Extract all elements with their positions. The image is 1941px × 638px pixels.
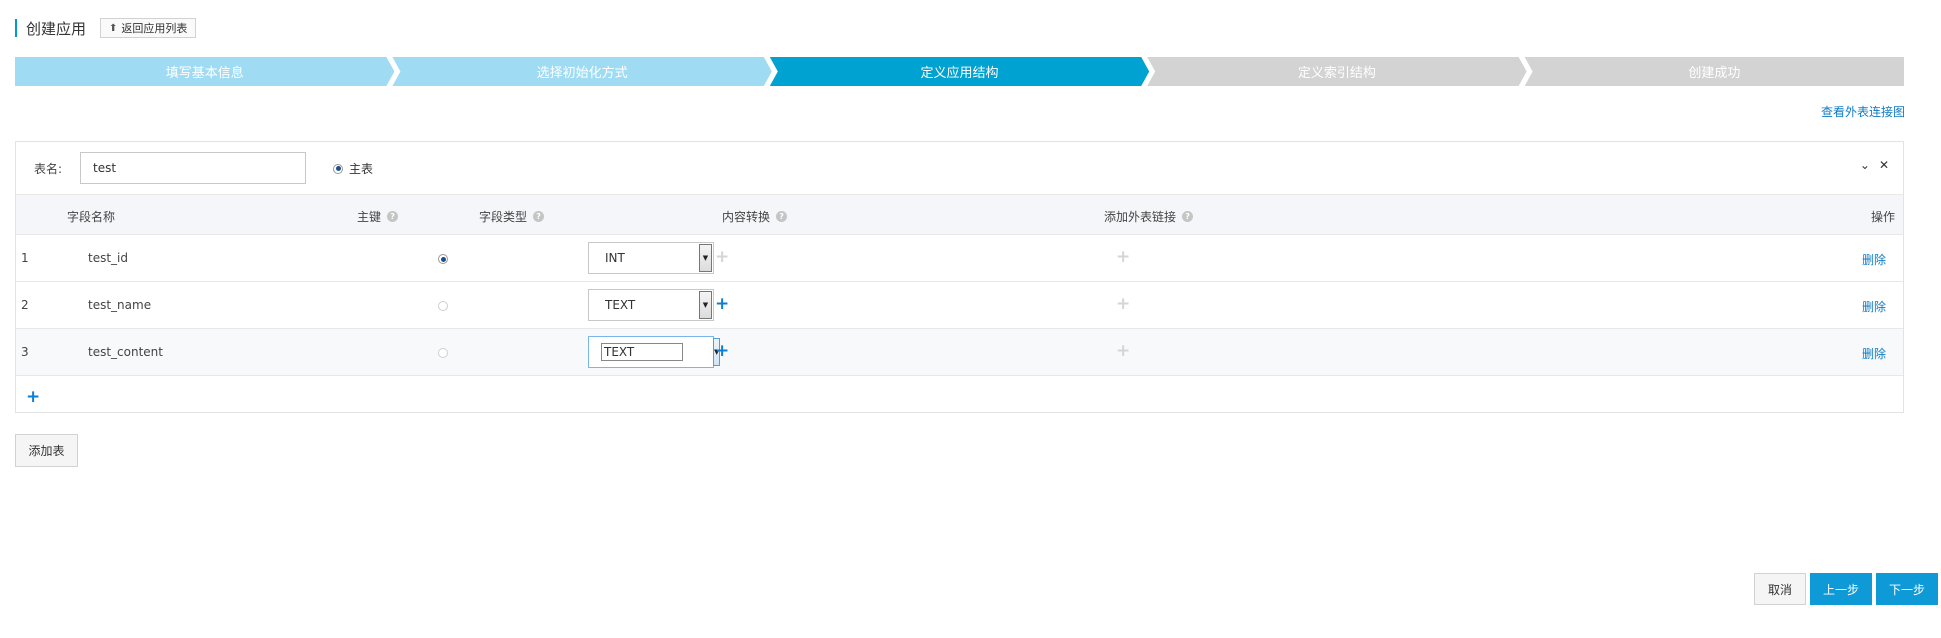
back-button-label: 返回应用列表: [121, 22, 188, 35]
add-fk-plus-icon: +: [1116, 294, 1131, 314]
col-field-name: 字段名称: [67, 208, 115, 225]
main-table-label: 主表: [349, 162, 374, 176]
step-init-method: 选择初始化方式: [392, 57, 771, 86]
next-step-button[interactable]: 下一步: [1876, 573, 1938, 605]
field-type-value: TEXT: [601, 343, 683, 361]
main-table-radio[interactable]: 主表: [333, 160, 373, 177]
add-fk-plus-icon: +: [1116, 247, 1131, 267]
delete-row-link[interactable]: 删除: [1862, 345, 1886, 362]
step-label: 创建成功: [1688, 66, 1741, 81]
back-arrow-icon: ⬆: [109, 22, 118, 34]
dropdown-arrow-icon[interactable]: ▼: [699, 244, 712, 272]
field-type-select[interactable]: INT ▼: [588, 242, 714, 274]
field-type-value: TEXT: [605, 298, 636, 312]
primary-key-radio[interactable]: [438, 254, 448, 264]
primary-key-radio[interactable]: [438, 301, 448, 311]
prev-step-button[interactable]: 上一步: [1810, 573, 1872, 605]
close-icon[interactable]: ✕: [1879, 158, 1889, 172]
help-icon[interactable]: ?: [776, 211, 788, 222]
step-label: 定义索引结构: [1297, 66, 1376, 81]
add-convert-plus-icon: +: [715, 247, 730, 267]
title-accent-bar: [15, 19, 17, 37]
row-number: 2: [21, 298, 29, 312]
dropdown-arrow-icon[interactable]: ▼: [699, 291, 712, 319]
col-primary-key: 主键?: [357, 208, 399, 225]
col-field-type: 字段类型?: [479, 208, 545, 225]
col-field-name-label: 字段名称: [67, 210, 116, 224]
field-type-select[interactable]: TEXT ▼: [588, 289, 714, 321]
add-convert-plus-icon[interactable]: +: [715, 343, 729, 360]
table-card-header: 表名: 主表 ⌄ ✕: [16, 142, 1903, 194]
footer-actions: 取消 上一步 下一步: [1754, 573, 1938, 605]
col-add-fk: 添加外表链接?: [1104, 208, 1194, 225]
collapse-icon[interactable]: ⌄: [1860, 158, 1870, 172]
table-row: 3 test_content TEXT ▼ + + 删除: [16, 329, 1903, 376]
add-fk-plus-icon: +: [1116, 341, 1131, 361]
step-label: 填写基本信息: [165, 66, 244, 81]
field-name: test_name: [88, 298, 152, 312]
wizard-steps: 填写基本信息 选择初始化方式 定义应用结构 定义索引结构 创建成功: [15, 57, 1905, 86]
delete-row-link[interactable]: 删除: [1862, 298, 1886, 315]
cancel-button[interactable]: 取消: [1754, 573, 1806, 605]
table-row: 2 test_name TEXT ▼ + + 删除: [16, 282, 1903, 329]
table-name-input[interactable]: [80, 152, 306, 184]
table-definition-card: 表名: 主表 ⌄ ✕ 字段名称 主键? 字段类型? 内容转换? 添加外表链接? …: [15, 141, 1904, 413]
page-header: 创建应用 ⬆ 返回应用列表: [15, 17, 197, 39]
main-table-radio-icon[interactable]: [333, 163, 343, 174]
row-number: 1: [21, 251, 29, 265]
help-icon[interactable]: ?: [1182, 211, 1194, 222]
row-number: 3: [21, 345, 29, 359]
card-tools: ⌄ ✕: [1860, 158, 1889, 172]
step-label: 定义应用结构: [920, 66, 999, 81]
table-name-label: 表名:: [34, 162, 63, 176]
field-type-value: INT: [605, 251, 625, 265]
table-row: 1 test_id INT ▼ + + 删除: [16, 235, 1903, 282]
primary-key-radio[interactable]: [438, 348, 448, 358]
step-basic-info: 填写基本信息: [15, 57, 394, 86]
col-operation-label: 操作: [1870, 210, 1895, 224]
col-content-convert: 内容转换?: [722, 208, 788, 225]
field-name: test_content: [88, 345, 163, 359]
view-fk-diagram-link[interactable]: 查看外表连接图: [1821, 103, 1905, 120]
add-table-button[interactable]: 添加表: [15, 434, 78, 467]
delete-row-link[interactable]: 删除: [1862, 251, 1886, 268]
col-primary-key-label: 主键: [357, 210, 382, 224]
add-convert-plus-icon[interactable]: +: [715, 296, 729, 313]
step-success: 创建成功: [1524, 57, 1905, 86]
col-field-type-label: 字段类型: [479, 210, 528, 224]
field-name: test_id: [88, 251, 128, 265]
field-type-select[interactable]: TEXT ▼: [588, 336, 721, 368]
col-operation: 操作: [1871, 208, 1895, 225]
help-icon[interactable]: ?: [533, 211, 545, 222]
table-header-row: 字段名称 主键? 字段类型? 内容转换? 添加外表链接? 操作: [16, 194, 1903, 235]
step-define-structure: 定义应用结构: [770, 57, 1149, 86]
col-content-convert-label: 内容转换: [722, 210, 771, 224]
col-add-fk-label: 添加外表链接: [1104, 210, 1177, 224]
page-title: 创建应用: [26, 19, 87, 38]
back-to-app-list-button[interactable]: ⬆ 返回应用列表: [100, 18, 197, 38]
field-type-value-text: TEXT: [601, 343, 683, 361]
step-define-index: 定义索引结构: [1147, 57, 1526, 86]
add-field-plus-icon[interactable]: +: [26, 387, 40, 407]
step-label: 选择初始化方式: [536, 66, 628, 81]
help-icon[interactable]: ?: [387, 211, 399, 222]
